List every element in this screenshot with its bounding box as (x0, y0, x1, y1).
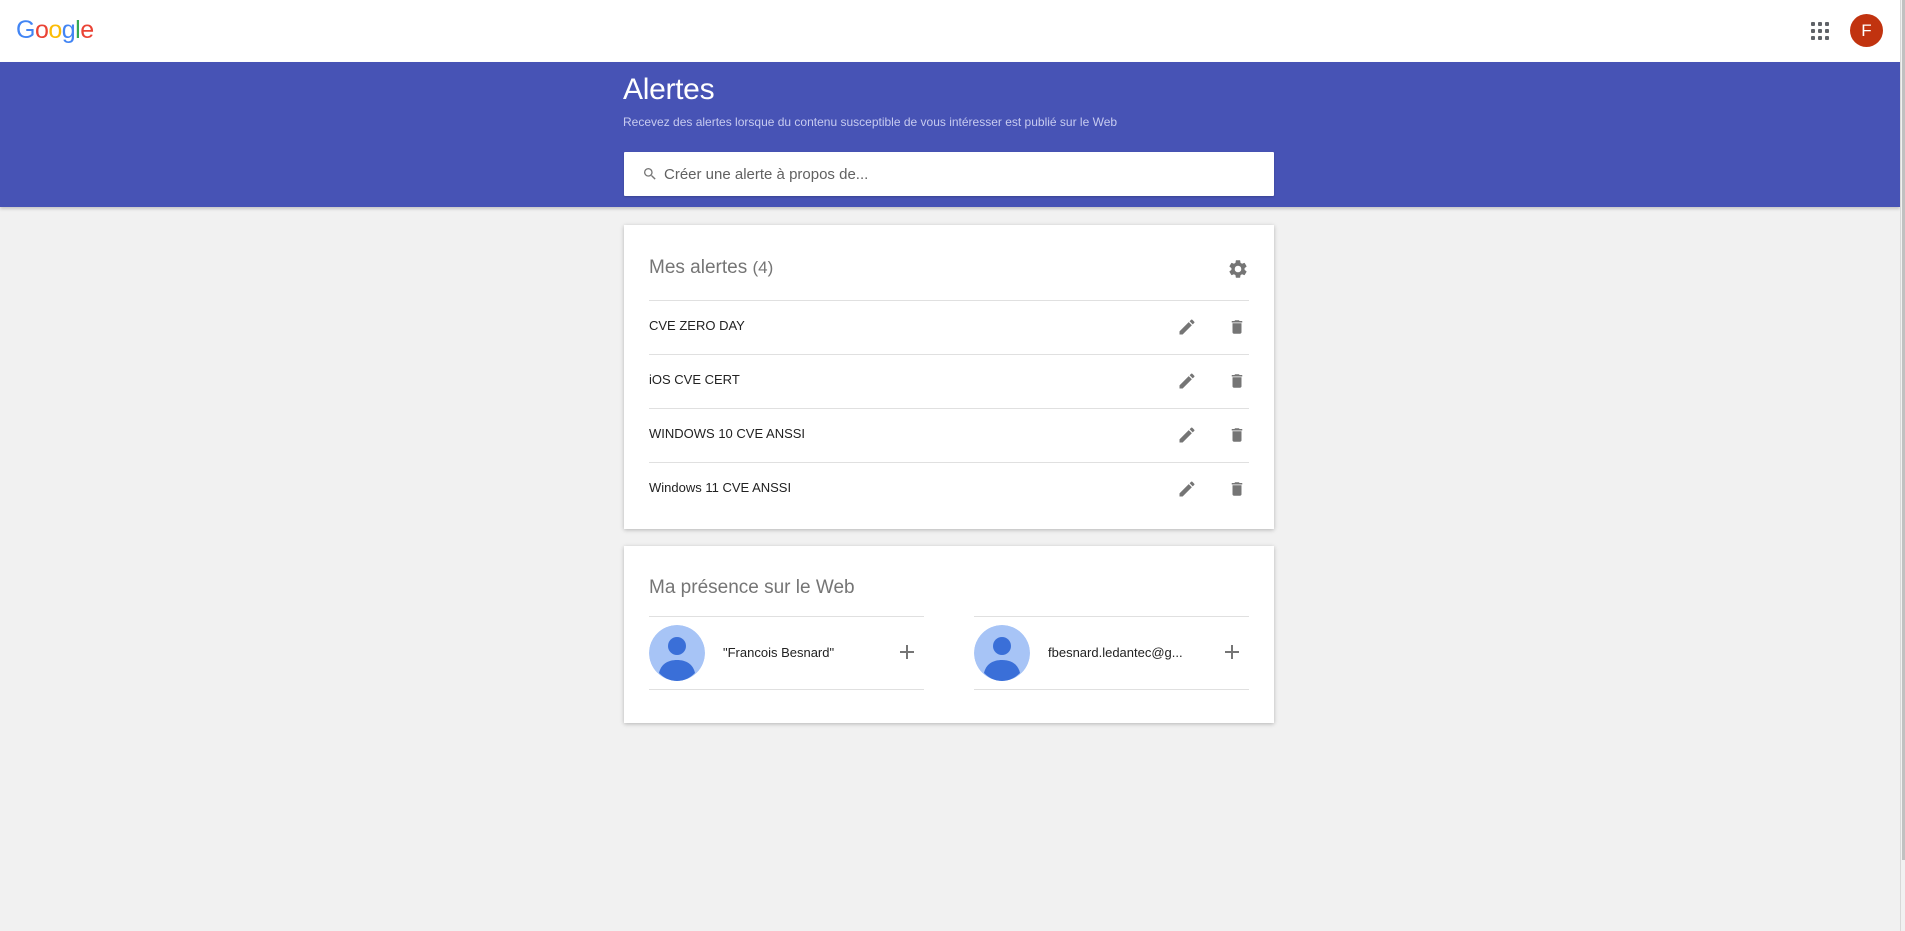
presence-label: "Francois Besnard" (723, 645, 835, 660)
page-scrollbar[interactable] (1900, 0, 1905, 931)
trash-icon[interactable] (1228, 317, 1246, 337)
gear-icon[interactable] (1227, 258, 1249, 280)
logo-letter: G (16, 16, 35, 44)
create-alert-input[interactable] (664, 152, 1264, 196)
alert-name[interactable]: WINDOWS 10 CVE ANSSI (649, 426, 805, 441)
web-presence-card: Ma présence sur le Web "Francois Besnard… (624, 546, 1274, 723)
presence-item[interactable]: "Francois Besnard" (649, 616, 924, 690)
search-icon (644, 168, 656, 180)
my-alerts-title-text: Mes alertes (649, 257, 748, 278)
logo-letter: g (61, 16, 76, 44)
trash-icon[interactable] (1228, 479, 1246, 499)
plus-icon[interactable] (1224, 644, 1240, 660)
create-alert-search[interactable] (624, 152, 1274, 196)
page-title: Alertes (623, 73, 715, 106)
plus-icon[interactable] (899, 644, 915, 660)
top-bar: Google F (0, 0, 1900, 62)
alert-row[interactable]: CVE ZERO DAY (649, 300, 1249, 354)
logo-letter: o (34, 16, 49, 44)
pencil-icon[interactable] (1177, 371, 1197, 391)
person-avatar-icon (974, 625, 1030, 681)
alert-name[interactable]: Windows 11 CVE ANSSI (649, 480, 791, 495)
google-logo[interactable]: Google (16, 14, 94, 46)
person-avatar-icon (649, 625, 705, 681)
pencil-icon[interactable] (1177, 317, 1197, 337)
pencil-icon[interactable] (1177, 425, 1197, 445)
account-avatar[interactable]: F (1850, 14, 1883, 47)
hero-band: Alertes Recevez des alertes lorsque du c… (0, 62, 1900, 207)
my-alerts-card: Mes alertes (4) CVE ZERO DAY iOS CVE CER… (624, 225, 1274, 529)
presence-label: fbesnard.ledantec@g... (1048, 645, 1183, 660)
alert-list: CVE ZERO DAY iOS CVE CERT WINDOWS 10 CVE… (649, 300, 1249, 516)
alert-name[interactable]: CVE ZERO DAY (649, 318, 745, 333)
alert-row[interactable]: WINDOWS 10 CVE ANSSI (649, 408, 1249, 462)
my-alerts-count: (4) (752, 258, 774, 277)
grid-apps-icon[interactable] (1807, 19, 1831, 43)
presence-item[interactable]: fbesnard.ledantec@g... (974, 616, 1249, 690)
alert-name[interactable]: iOS CVE CERT (649, 372, 740, 387)
my-alerts-title: Mes alertes (4) (649, 257, 773, 279)
alert-row[interactable]: iOS CVE CERT (649, 354, 1249, 408)
logo-letter: o (48, 16, 62, 44)
logo-letter: e (80, 16, 94, 44)
pencil-icon[interactable] (1177, 479, 1197, 499)
alert-row[interactable]: Windows 11 CVE ANSSI (649, 462, 1249, 516)
web-presence-title: Ma présence sur le Web (649, 577, 855, 598)
trash-icon[interactable] (1228, 425, 1246, 445)
page-subtitle: Recevez des alertes lorsque du contenu s… (623, 115, 1118, 129)
trash-icon[interactable] (1228, 371, 1246, 391)
